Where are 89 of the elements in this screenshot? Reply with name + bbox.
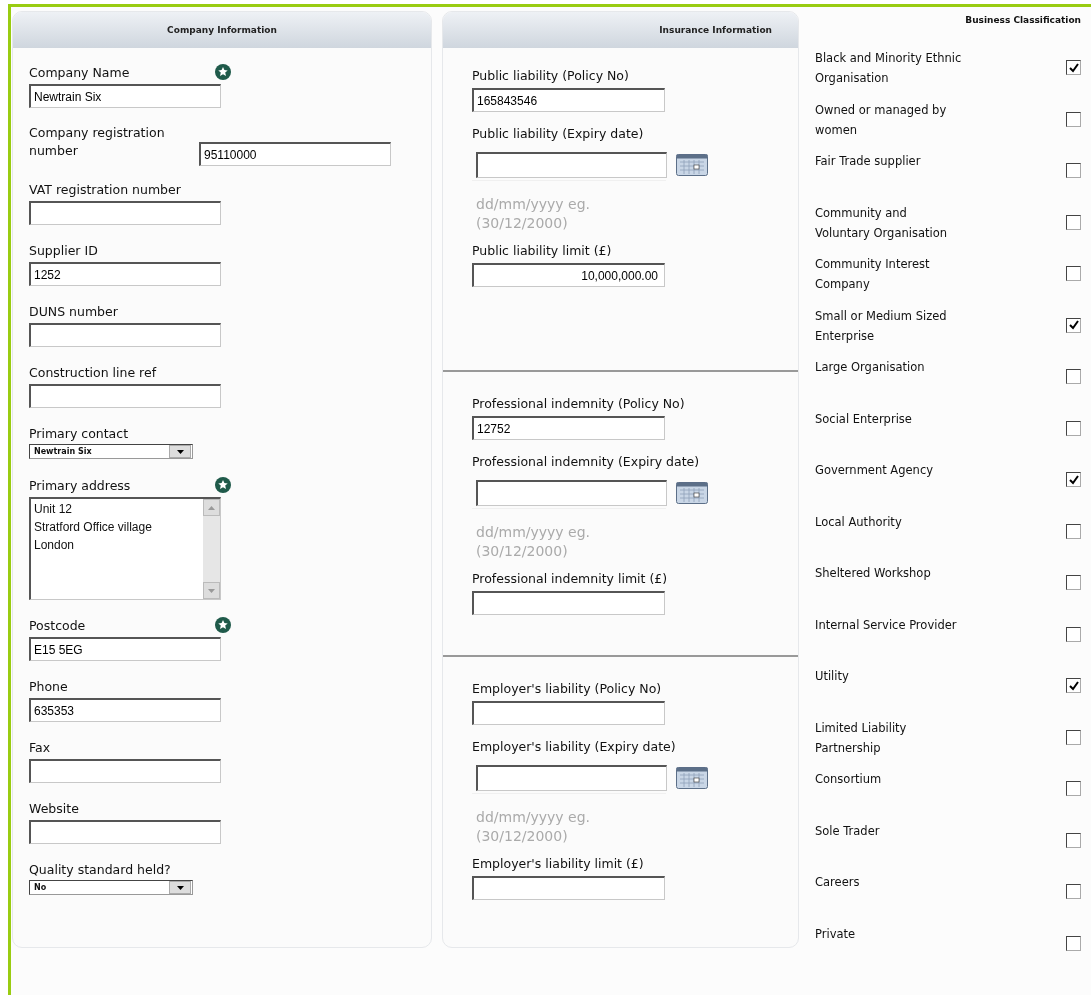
date-format-hint: dd/mm/yyyy eg. (30/12/2000): [472, 793, 666, 850]
field-label: Construction line ref: [29, 364, 157, 380]
checkbox-label: Sheltered Workshop: [815, 565, 932, 582]
field-label: Professional indemnity limit (£): [472, 571, 669, 588]
text-field[interactable]: 635353: [29, 698, 221, 722]
text-field[interactable]: [29, 323, 221, 347]
field-label: Professional indemnity (Expiry date): [472, 454, 701, 471]
text-field[interactable]: [29, 820, 221, 844]
text-field[interactable]: [472, 591, 665, 615]
panel-header: Insurance Information: [443, 12, 798, 48]
text-field[interactable]: [29, 384, 221, 408]
field-label: Postcode: [29, 617, 86, 633]
calendar-icon[interactable]: [676, 767, 708, 789]
field-label: Company Name: [29, 64, 130, 80]
checkbox-label: Owned or managed by women: [815, 101, 948, 139]
checkbox[interactable]: [1066, 523, 1081, 539]
text-field[interactable]: Newtrain Six: [29, 84, 221, 108]
checkbox-label: Sole Trader: [815, 822, 881, 840]
checkbox-label: Social Enterprise: [815, 410, 913, 428]
column-header: Business Classification: [964, 14, 1081, 27]
address-field[interactable]: Unit 12 Stratford Office village London: [29, 497, 221, 600]
text-field[interactable]: 12752: [472, 416, 665, 440]
checkbox[interactable]: [1066, 266, 1081, 281]
checkbox[interactable]: [1066, 472, 1081, 487]
checkbox[interactable]: [1066, 420, 1081, 436]
checkbox[interactable]: [1066, 317, 1081, 333]
field-label: Public liability (Expiry date): [472, 126, 645, 143]
checkbox-label: Careers: [815, 874, 861, 891]
date-field[interactable]: [476, 765, 667, 791]
field-label: Professional indemnity (Policy No): [472, 396, 686, 413]
checkbox-label: Black and Minority Ethnic Organisation: [815, 50, 963, 87]
checkbox[interactable]: [1066, 935, 1081, 951]
text-field[interactable]: E15 5EG: [29, 637, 221, 661]
text-field[interactable]: [29, 759, 221, 783]
field-label: Public liability limit (£): [472, 243, 613, 260]
field-label: Primary contact: [29, 425, 129, 441]
text-field[interactable]: [472, 876, 665, 900]
field-label: Employer's liability (Policy No): [472, 681, 663, 698]
checkbox[interactable]: [1066, 781, 1081, 796]
text-field[interactable]: 165843546: [472, 88, 665, 112]
checkbox[interactable]: [1066, 214, 1081, 230]
checkbox[interactable]: [1066, 729, 1081, 745]
text-field[interactable]: 10,000,000.00: [472, 263, 665, 287]
checkbox-label: Small or Medium Sized Enterprise: [815, 307, 948, 345]
field-label: Employer's liability limit (£): [472, 856, 645, 873]
checkbox-label: Limited Liability Partnership: [815, 719, 908, 757]
field-label: DUNS number: [29, 303, 118, 319]
checkbox-label: Government Agency: [815, 462, 935, 479]
dropdown[interactable]: Newtrain Six: [29, 444, 193, 459]
checkbox[interactable]: [1066, 884, 1081, 899]
field-label: Primary address: [29, 477, 131, 493]
calendar-icon[interactable]: [676, 154, 708, 176]
checkbox-label: Private: [815, 925, 857, 943]
date-field[interactable]: [476, 152, 667, 178]
field-label: Website: [29, 800, 79, 816]
checkbox-label: Fair Trade supplier: [815, 153, 922, 170]
checkbox-label: Community Interest Company: [815, 256, 931, 293]
field-label: Fax: [29, 739, 51, 755]
panel-header: Company Information: [13, 12, 431, 48]
field-label: Quality standard held?: [29, 861, 171, 877]
date-format-hint: dd/mm/yyyy eg. (30/12/2000): [472, 508, 666, 565]
dropdown[interactable]: No: [29, 880, 193, 895]
field-label: Employer's liability (Expiry date): [472, 739, 677, 756]
checkbox[interactable]: [1066, 163, 1081, 178]
checkbox[interactable]: [1066, 832, 1081, 848]
checkbox[interactable]: [1066, 626, 1081, 642]
text-field[interactable]: 1252: [29, 262, 221, 286]
field-label: VAT registration number: [29, 181, 181, 197]
checkbox[interactable]: [1066, 678, 1081, 693]
field-label: Supplier ID: [29, 242, 98, 258]
text-field[interactable]: 95110000: [199, 142, 391, 166]
checkbox-label: Internal Service Provider: [815, 616, 958, 634]
checkbox[interactable]: [1066, 111, 1081, 127]
text-field[interactable]: [29, 201, 221, 225]
checkbox-label: Consortium: [815, 771, 883, 788]
date-format-hint: dd/mm/yyyy eg. (30/12/2000): [472, 180, 666, 237]
field-label: Public liability (Policy No): [472, 68, 630, 85]
checkbox[interactable]: [1066, 575, 1081, 590]
field-label: Phone: [29, 678, 68, 694]
field-label: Company registration number: [29, 124, 166, 160]
checkbox-label: Community and Voluntary Organisation: [815, 204, 948, 242]
date-field[interactable]: [476, 480, 667, 506]
checkbox[interactable]: [1066, 60, 1081, 75]
checkbox-label: Local Authority: [815, 513, 903, 531]
text-field[interactable]: [472, 701, 665, 725]
checkbox[interactable]: [1066, 369, 1081, 384]
checkbox-label: Large Organisation: [815, 359, 926, 376]
calendar-icon[interactable]: [676, 482, 708, 504]
checkbox-label: Utility: [815, 668, 850, 685]
